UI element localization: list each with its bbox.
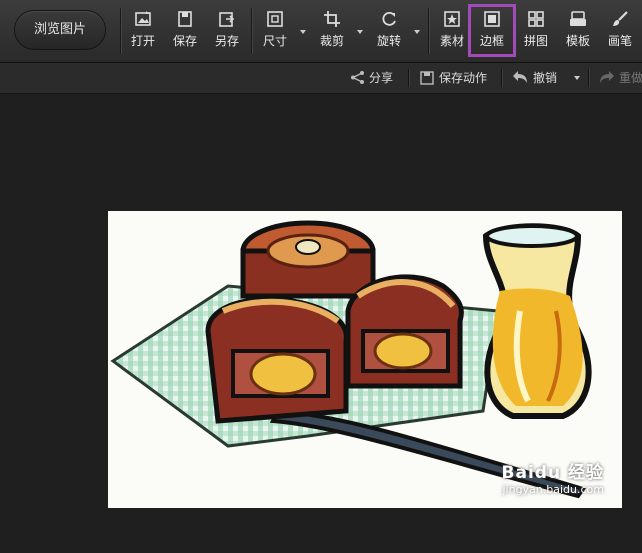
share-label: 分享 [369, 71, 394, 85]
crop-dropdown-chevron-icon[interactable] [357, 30, 363, 34]
sticker-icon [444, 11, 460, 27]
save-as-icon [219, 12, 235, 27]
save-as-label: 另存 [214, 34, 239, 48]
resize-dropdown-chevron-icon[interactable] [300, 30, 306, 34]
save-action-icon [420, 71, 434, 85]
share-button[interactable]: 分享 [350, 69, 393, 86]
open-label: 打开 [130, 34, 155, 48]
open-image-icon [135, 11, 151, 26]
undo-icon [513, 71, 527, 83]
save-icon [178, 11, 192, 27]
template-button[interactable]: 模板 [558, 10, 598, 54]
undo-dropdown-chevron-icon[interactable] [574, 76, 580, 80]
mooncake-tea-illustration: Baidu 经验 jingyan.baidu.com [108, 211, 622, 508]
action-bar-divider [408, 69, 409, 87]
rotate-icon [382, 11, 396, 26]
action-bar-divider [588, 69, 589, 87]
crop-button[interactable]: 裁剪 [312, 10, 352, 54]
frame-highlight-box [468, 4, 516, 57]
action-bar-divider [501, 69, 502, 87]
collage-label: 拼图 [523, 34, 548, 48]
toolbar-divider [251, 8, 252, 54]
watermark-brand: Baidu 经验 [501, 463, 604, 483]
undo-button[interactable]: 撤销 [512, 69, 557, 86]
crop-label: 裁剪 [319, 34, 344, 48]
sticker-label: 素材 [439, 34, 464, 48]
rotate-button[interactable]: 旋转 [369, 10, 409, 54]
template-label: 模板 [565, 34, 590, 48]
share-icon [351, 71, 364, 84]
toolbar-divider [428, 8, 429, 54]
main-toolbar: 浏览图片 打开 保存 另存 尺寸 裁剪 旋转 素材 边框 拼图 模板 画笔 [0, 0, 642, 63]
brush-label: 画笔 [607, 34, 632, 48]
resize-icon [267, 11, 283, 27]
sticker-button[interactable]: 素材 [432, 10, 472, 54]
baidu-watermark: Baidu 经验 jingyan.baidu.com [502, 458, 604, 496]
rotate-label: 旋转 [376, 34, 401, 48]
save-action-label: 保存动作 [439, 71, 488, 85]
rotate-dropdown-chevron-icon[interactable] [414, 30, 420, 34]
resize-button[interactable]: 尺寸 [255, 10, 295, 54]
brush-icon [613, 11, 628, 26]
browse-images-button[interactable]: 浏览图片 [14, 10, 106, 50]
action-bar: 分享 保存动作 撤销 重做 [0, 63, 642, 94]
template-icon [570, 11, 586, 26]
watermark-url: jingyan.baidu.com [502, 483, 604, 496]
toolbar-divider [120, 8, 121, 54]
redo-button[interactable]: 重做 [598, 69, 642, 86]
collage-button[interactable]: 拼图 [516, 10, 556, 54]
redo-label: 重做 [619, 71, 642, 85]
crop-icon [324, 11, 340, 27]
save-button[interactable]: 保存 [165, 10, 205, 54]
brush-button[interactable]: 画笔 [600, 10, 640, 54]
save-as-button[interactable]: 另存 [207, 10, 247, 54]
collage-icon [528, 11, 544, 27]
resize-label: 尺寸 [262, 34, 287, 48]
redo-icon [600, 71, 614, 83]
undo-label: 撤销 [533, 71, 558, 85]
open-button[interactable]: 打开 [123, 10, 163, 54]
save-label: 保存 [172, 34, 197, 48]
save-action-button[interactable]: 保存动作 [420, 69, 487, 86]
